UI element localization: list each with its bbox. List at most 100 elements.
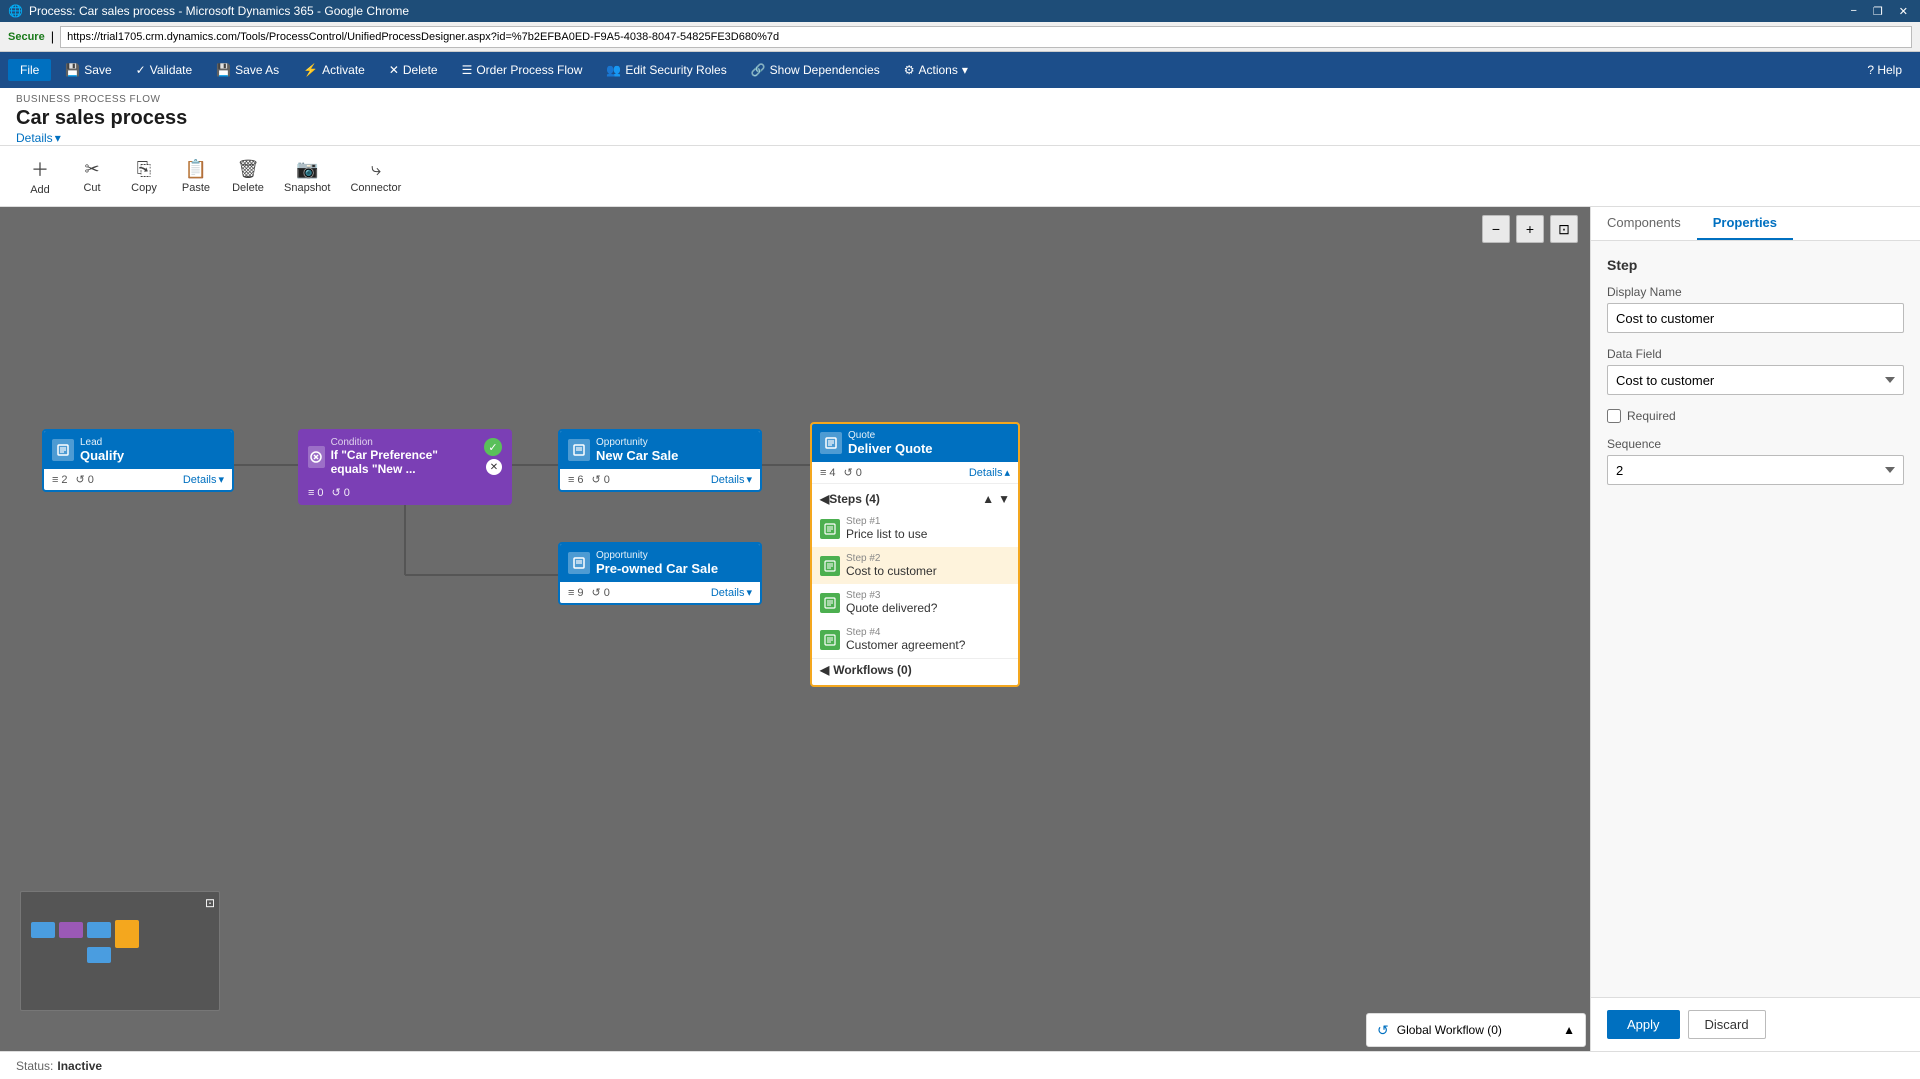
file-button[interactable]: File <box>8 59 51 81</box>
lead-steps-badge: ≡ 2 <box>52 474 68 486</box>
mini-opp-new-node <box>87 922 111 938</box>
lead-node[interactable]: Lead Qualify ≡ 2 ↺ 0 Details ▾ <box>42 429 234 492</box>
lead-details-button[interactable]: Details ▾ <box>183 473 224 486</box>
copy-button[interactable]: ⎘ Copy <box>120 155 168 198</box>
steps-up-icon[interactable]: ▲ <box>982 492 994 506</box>
workflow-icon: ↺ <box>76 473 85 486</box>
opp-new-details-button[interactable]: Details ▾ <box>711 473 752 486</box>
right-panel: Components Properties Step Display Name … <box>1590 207 1920 1051</box>
zoom-in-button[interactable]: + <box>1516 215 1544 243</box>
actions-button[interactable]: ⚙ Actions ▾ <box>894 59 978 81</box>
sequence-group: Sequence 2 <box>1607 437 1904 485</box>
step-3-text: Step #3 Quote delivered? <box>846 590 937 615</box>
step-4-text: Step #4 Customer agreement? <box>846 627 965 652</box>
panel-tabs: Components Properties <box>1591 207 1920 241</box>
step-1-icon <box>820 519 840 539</box>
step-3-icon <box>820 593 840 613</box>
opportunity-preowned-node[interactable]: Opportunity Pre-owned Car Sale ≡ 9 ↺ 0 D… <box>558 542 762 605</box>
required-checkbox-group: Required <box>1607 409 1904 423</box>
quote-details-button[interactable]: Details ▴ <box>969 466 1010 479</box>
step-2-text: Step #2 Cost to customer <box>846 553 937 578</box>
step-item-4[interactable]: Step #4 Customer agreement? <box>812 621 1018 658</box>
details-link[interactable]: Details ▾ <box>16 131 61 145</box>
cut-button[interactable]: ✂ Cut <box>68 155 116 198</box>
paste-button[interactable]: 📋 Paste <box>172 155 220 198</box>
mini-lead-node <box>31 922 55 938</box>
edit-toolbar: ＋ Add ✂ Cut ⎘ Copy 📋 Paste 🗑 Delete 📷 Sn… <box>0 146 1920 207</box>
opp-new-steps-badge: ≡ 6 <box>568 474 584 486</box>
actions-chevron-icon: ▾ <box>962 63 968 77</box>
steps-icon: ≡ <box>52 474 58 486</box>
actions-icon: ⚙ <box>904 63 915 77</box>
close-button[interactable]: ✕ <box>1895 5 1912 18</box>
steps-icon: ≡ <box>568 587 574 599</box>
steps-down-icon[interactable]: ▼ <box>998 492 1010 506</box>
minimap-expand-button[interactable]: ⊡ <box>205 896 215 910</box>
global-workflow-icon: ↺ <box>1377 1022 1389 1039</box>
delete-toolbar-button[interactable]: 🗑 Delete <box>224 155 272 198</box>
saveas-button[interactable]: 💾 Save As <box>206 59 289 81</box>
add-button[interactable]: ＋ Add <box>16 152 64 200</box>
opp-preowned-steps-badge: ≡ 9 <box>568 587 584 599</box>
required-checkbox[interactable] <box>1607 409 1621 423</box>
opportunity-preowned-title: Opportunity Pre-owned Car Sale <box>596 550 718 576</box>
minimize-button[interactable]: − <box>1846 5 1860 17</box>
validate-button[interactable]: ✓ Validate <box>126 59 203 81</box>
step-item-2[interactable]: Step #2 Cost to customer <box>812 547 1018 584</box>
display-name-input[interactable] <box>1607 303 1904 333</box>
display-name-group: Display Name <box>1607 285 1904 333</box>
status-value: Inactive <box>57 1059 102 1073</box>
canvas-toolbar: − + ⊡ <box>1482 215 1578 243</box>
title-bar: 🌐 Process: Car sales process - Microsoft… <box>0 0 1920 22</box>
zoom-out-button[interactable]: − <box>1482 215 1510 243</box>
step-2-icon <box>820 556 840 576</box>
order-flow-button[interactable]: ☰ Order Process Flow <box>452 59 593 81</box>
delete-button[interactable]: ✕ Delete <box>379 59 448 81</box>
opp-preowned-details-button[interactable]: Details ▾ <box>711 586 752 599</box>
help-button[interactable]: ? Help <box>1857 59 1912 81</box>
display-name-label: Display Name <box>1607 285 1904 299</box>
panel-content: Step Display Name Data Field Cost to cus… <box>1591 241 1920 997</box>
snapshot-button[interactable]: 📷 Snapshot <box>276 155 338 198</box>
opportunity-new-title: Opportunity New Car Sale <box>596 437 678 463</box>
sequence-select[interactable]: 2 <box>1607 455 1904 485</box>
page-title: Car sales process <box>16 107 1904 130</box>
steps-icon: ≡ <box>820 467 826 479</box>
quote-workflows-badge: ↺ 0 <box>844 466 862 479</box>
workflows-collapse-icon: ◀ <box>820 663 829 677</box>
url-input[interactable] <box>60 26 1912 48</box>
workflow-icon: ↺ <box>332 486 341 499</box>
quote-icon <box>820 432 842 454</box>
tab-properties[interactable]: Properties <box>1697 207 1793 240</box>
data-field-select[interactable]: Cost to customer <box>1607 365 1904 395</box>
tab-components[interactable]: Components <box>1591 207 1697 240</box>
activate-button[interactable]: ⚡ Activate <box>293 59 375 81</box>
panel-section-title: Step <box>1607 257 1904 273</box>
global-workflow-collapse-icon[interactable]: ▲ <box>1563 1023 1575 1037</box>
condition-node[interactable]: Condition If "Car Preference" equals "Ne… <box>298 429 512 505</box>
connector-button[interactable]: ⤷ Connector <box>342 155 409 198</box>
condition-workflows-badge: ↺ 0 <box>332 486 350 499</box>
chevron-down-icon: ▾ <box>746 586 752 599</box>
step-1-text: Step #1 Price list to use <box>846 516 927 541</box>
step-item-3[interactable]: Step #3 Quote delivered? <box>812 584 1018 621</box>
discard-button[interactable]: Discard <box>1688 1010 1766 1039</box>
opportunity-new-node[interactable]: Opportunity New Car Sale ≡ 6 ↺ 0 Details… <box>558 429 762 492</box>
step-4-icon <box>820 630 840 650</box>
quote-footer: ≡ 4 ↺ 0 Details ▴ <box>812 462 1018 484</box>
app-toolbar: File 💾 Save ✓ Validate 💾 Save As ⚡ Activ… <box>0 52 1920 88</box>
dependencies-button[interactable]: 🔗 Show Dependencies <box>741 59 890 81</box>
opportunity-new-footer: ≡ 6 ↺ 0 Details ▾ <box>560 469 760 490</box>
security-button[interactable]: 👥 Edit Security Roles <box>596 59 736 81</box>
canvas[interactable]: − + ⊡ Lead Qualify ≡ 2 ↺ <box>0 207 1590 1051</box>
fit-button[interactable]: ⊡ <box>1550 215 1578 243</box>
workflow-icon: ↺ <box>592 473 601 486</box>
condition-close-button[interactable]: ✕ <box>486 459 502 475</box>
save-button[interactable]: 💾 Save <box>55 59 121 81</box>
mini-quote-node <box>115 920 139 948</box>
step-item-1[interactable]: Step #1 Price list to use <box>812 510 1018 547</box>
restore-button[interactable]: ❐ <box>1869 5 1887 18</box>
opportunity-new-icon <box>568 439 590 461</box>
apply-button[interactable]: Apply <box>1607 1010 1680 1039</box>
quote-node[interactable]: Quote Deliver Quote ≡ 4 ↺ 0 Details ▴ <box>810 422 1020 687</box>
